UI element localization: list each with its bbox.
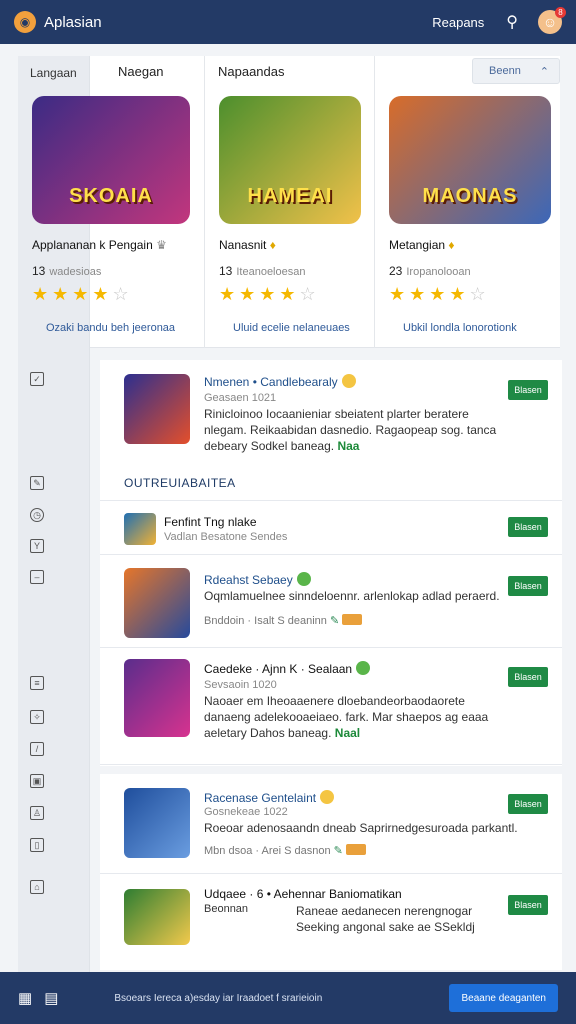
game-thumbnail[interactable] bbox=[124, 788, 190, 858]
grid-icon[interactable]: ▦ bbox=[18, 989, 32, 1007]
featured-card[interactable]: SKOAIA Applananan k Pengain ♛ 13 wadesioa… bbox=[32, 56, 204, 348]
get-button[interactable]: Blasen bbox=[508, 380, 548, 400]
game-description: Rinicloinoo Iocaanieniar sbeiatent plart… bbox=[204, 407, 497, 453]
chart-icon[interactable]: Y bbox=[30, 539, 44, 553]
featured-card[interactable]: MAONAS Metangian ♦ 23 Iropanolooan ★★★★☆ … bbox=[374, 56, 560, 348]
top-app-bar: ◉ Aplasian Reapans ⚲ ☺ 8 bbox=[0, 0, 576, 44]
footer-text: Bsoears Iereca a)esday iar Iraadoet f sr… bbox=[114, 992, 323, 1004]
game-meta: Bnddoin · Isalt S deaninn ✎ bbox=[204, 614, 363, 627]
game-title[interactable]: Racenase Gentelaint bbox=[204, 790, 335, 805]
game-title: Applananan k Pengain ♛ bbox=[32, 238, 167, 252]
game-subtitle: Beonnan bbox=[204, 903, 249, 915]
game-title[interactable]: Rdeahst Sebaey bbox=[204, 572, 311, 587]
app-title: Aplasian bbox=[44, 13, 102, 31]
game-title[interactable]: Nmenen • Candlebearaly bbox=[204, 374, 356, 389]
game-list: Nmenen • Candlebearaly Geasaen 1021 Rini… bbox=[100, 360, 562, 970]
bottom-bar: ▦ ▤ Bsoears Iereca a)esday iar Iraadoet … bbox=[0, 972, 576, 1024]
clock-icon[interactable]: ◷ bbox=[30, 508, 44, 522]
card-link[interactable]: Uluid ecelie nelaneuaes bbox=[233, 322, 350, 334]
list-item[interactable]: Rdeahst Sebaey Oqmlamuelnee sinndeloennr… bbox=[100, 556, 562, 648]
folder-icon[interactable]: ▯ bbox=[30, 838, 44, 852]
game-title: Nanasnit ♦ bbox=[219, 238, 276, 252]
game-title: Metangian ♦ bbox=[389, 238, 455, 252]
game-description: Naoaer em Iheoaaenere dloebandeorbaodaor… bbox=[204, 694, 489, 740]
game-thumbnail[interactable] bbox=[124, 374, 190, 444]
game-description: Raneae aedanecen nerengnogar Seeking ang… bbox=[296, 904, 475, 934]
game-rating-count: 13 wadesioas bbox=[32, 264, 102, 278]
game-title[interactable]: Caedeke · Ajnn K · Sealaan bbox=[204, 661, 371, 676]
card-link[interactable]: Ozaki bandu beh jeeronaa bbox=[46, 322, 175, 334]
game-title[interactable]: Udqaee · 6 • Aehennar Baniomatikan bbox=[204, 887, 402, 901]
image-icon[interactable]: ▣ bbox=[30, 774, 44, 788]
featured-card[interactable]: HAMEAI Nanasnit ♦ 13 Iteanoeloesan ★★★★☆ … bbox=[204, 56, 374, 348]
game-meta: Mbn dsoa · Arei S dasnon ✎ bbox=[204, 844, 366, 857]
star-rating: ★★★★☆ bbox=[389, 284, 490, 304]
game-rating-count: 23 Iropanolooan bbox=[389, 264, 471, 278]
game-rating-count: 13 Iteanoeloesan bbox=[219, 264, 306, 278]
user-icon[interactable]: ♙ bbox=[30, 806, 44, 820]
calendar-icon[interactable]: ✓ bbox=[30, 372, 44, 386]
star-rating: ★★★★☆ bbox=[219, 284, 320, 304]
game-cover-image[interactable]: MAONAS bbox=[389, 96, 551, 224]
get-button[interactable]: Blasen bbox=[508, 576, 548, 596]
get-button[interactable]: Blasen bbox=[508, 895, 548, 915]
game-subtitle: Gosnekeae 1022 bbox=[204, 806, 288, 818]
get-button[interactable]: Blasen bbox=[508, 794, 548, 814]
list-item[interactable]: Nmenen • Candlebearaly Geasaen 1021 Rini… bbox=[100, 360, 562, 464]
star-rating: ★★★★☆ bbox=[32, 284, 133, 304]
shield-icon[interactable]: ✧ bbox=[30, 710, 44, 724]
game-cover-image[interactable]: SKOAIA bbox=[32, 96, 190, 224]
app-logo-icon[interactable]: ◉ bbox=[14, 11, 36, 33]
get-button[interactable]: Blasen bbox=[508, 667, 548, 687]
game-thumbnail[interactable] bbox=[124, 513, 156, 545]
notes-icon[interactable]: / bbox=[30, 742, 44, 756]
list-icon[interactable]: ≡ bbox=[30, 676, 44, 690]
game-description: Oqmlamuelnee sinndeloennr. arlenlokap ad… bbox=[204, 589, 500, 603]
game-thumbnail[interactable] bbox=[124, 889, 190, 945]
section-heading: OUTREUIABAITEA bbox=[124, 476, 236, 490]
list-item[interactable]: Caedeke · Ajnn K · Sealaan Sevsaoin 1020… bbox=[100, 649, 562, 765]
search-icon[interactable]: ⚲ bbox=[506, 12, 518, 32]
game-subtitle: Vadlan Besatone Sendes bbox=[164, 531, 288, 543]
game-subtitle: Geasaen 1021 bbox=[204, 392, 277, 404]
calendar-icon[interactable]: ▤ bbox=[44, 989, 58, 1007]
featured-section: Naegan Napaandas Beenn ⌃ SKOAIA Applanan… bbox=[32, 56, 560, 348]
game-title[interactable]: Fenfint Tng nlake bbox=[164, 515, 257, 529]
game-subtitle: Sevsaoin 1020 bbox=[204, 679, 277, 691]
game-cover-image[interactable]: HAMEAI bbox=[219, 96, 361, 224]
list-item[interactable]: Fenfint Tng nlake Vadlan Besatone Sendes… bbox=[100, 501, 562, 555]
card-link[interactable]: Ubkil londla lonorotionk bbox=[403, 322, 517, 334]
list-item[interactable]: Racenase Gentelaint Gosnekeae 1022 Roeoa… bbox=[100, 774, 562, 874]
get-button[interactable]: Blasen bbox=[508, 517, 548, 537]
home-icon[interactable]: ⌂ bbox=[30, 880, 44, 894]
game-thumbnail[interactable] bbox=[124, 568, 190, 638]
edit-icon[interactable]: ✎ bbox=[30, 476, 44, 490]
footer-action-button[interactable]: Beaane deaganten bbox=[449, 984, 558, 1012]
notification-badge: 8 bbox=[555, 7, 566, 18]
section-gap bbox=[100, 766, 562, 774]
list-item[interactable]: Udqaee · 6 • Aehennar Baniomatikan Beonn… bbox=[100, 875, 562, 970]
avatar[interactable]: ☺ 8 bbox=[538, 7, 566, 34]
game-thumbnail[interactable] bbox=[124, 659, 190, 737]
top-nav-link[interactable]: Reapans bbox=[432, 15, 484, 30]
box-icon[interactable]: – bbox=[30, 570, 44, 584]
game-description: Roeoar adenosaandn dneab Saprirnedgesuro… bbox=[204, 821, 518, 835]
